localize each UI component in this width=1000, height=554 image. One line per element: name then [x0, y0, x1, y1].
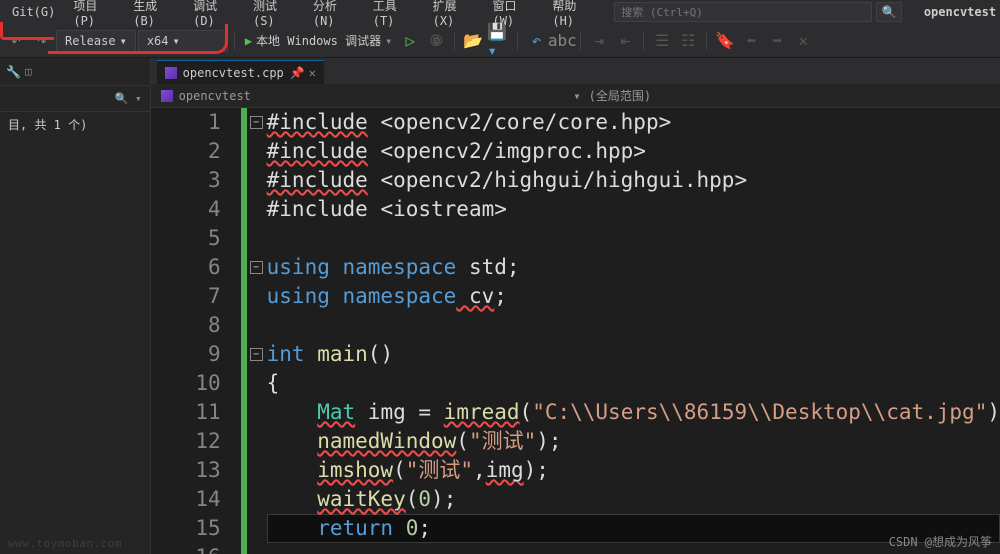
search-input[interactable] — [621, 6, 865, 19]
config-label: Release — [65, 34, 116, 48]
separator — [580, 32, 581, 50]
platform-dropdown[interactable]: x64 ▾ — [138, 30, 228, 52]
scope-dropdown-2[interactable]: (全局范围) — [589, 87, 651, 104]
search-button[interactable]: 🔍 — [876, 2, 902, 22]
comment-icon[interactable]: ☰ — [650, 31, 674, 51]
platform-label: x64 — [147, 34, 169, 48]
tab-bar: opencvtest.cpp 📌 ✕ — [151, 58, 1000, 84]
cpp-file-icon — [165, 67, 177, 79]
bookmark-prev-icon[interactable]: ⬅ — [739, 31, 763, 51]
debug-target-icon[interactable]: 🞋 — [424, 31, 448, 51]
cpp-file-icon — [161, 90, 173, 102]
sidebar-toolbar: 🔧 ◫ — [0, 58, 150, 86]
sidebar-item[interactable]: 目, 共 1 个) — [0, 112, 150, 137]
code-nav-bar: opencvtest ▾ (全局范围) — [151, 84, 1000, 108]
indent-icon[interactable]: ⇤ — [613, 31, 637, 51]
wrench-icon[interactable]: 🔧 — [6, 65, 21, 79]
bookmark-clear-icon[interactable]: ✕ — [791, 31, 815, 51]
change-marker — [241, 108, 247, 554]
save-all-icon[interactable]: 💾▾ — [487, 31, 511, 51]
menu-debug[interactable]: 调试(D) — [185, 0, 243, 30]
watermark-author: CSDN @想成为风筝 — [889, 533, 992, 550]
config-dropdown[interactable]: Release ▾ — [56, 30, 136, 52]
chevron-down-icon: ▾ — [120, 34, 127, 48]
sidebar: 🔧 ◫ 🔍 ▾ 目, 共 1 个) — [0, 58, 151, 554]
editor-pane: opencvtest.cpp 📌 ✕ opencvtest ▾ (全局范围) 1… — [151, 58, 1000, 554]
text-icon[interactable]: abc — [550, 31, 574, 51]
line-gutter: 123 456 789 101112 131415 16 — [151, 108, 241, 554]
menu-analyze[interactable]: 分析(N) — [305, 0, 363, 30]
scope1-label: opencvtest — [179, 89, 251, 103]
fold-margin: − − − — [241, 108, 267, 554]
undo-icon[interactable]: ↶ — [524, 31, 548, 51]
start-without-debug-icon[interactable]: ▷ — [398, 31, 422, 51]
chevron-down-icon: ▾ — [173, 34, 180, 48]
menu-extensions[interactable]: 扩展(X) — [425, 0, 483, 30]
search-box[interactable] — [614, 2, 872, 22]
code-text[interactable]: #include <opencv2/core/core.hpp> #includ… — [267, 108, 1000, 554]
bookmark-icon[interactable]: 🔖 — [713, 31, 737, 51]
menu-git[interactable]: Git(G) — [4, 3, 63, 21]
fold-toggle[interactable]: − — [250, 116, 263, 129]
start-debug-button[interactable]: ▶ 本地 Windows 调试器 ▾ — [241, 32, 397, 49]
separator — [706, 32, 707, 50]
separator — [517, 32, 518, 50]
menu-help[interactable]: 帮助(H) — [544, 0, 602, 30]
main-area: 🔧 ◫ 🔍 ▾ 目, 共 1 个) opencvtest.cpp 📌 ✕ ope… — [0, 58, 1000, 554]
tab-filename: opencvtest.cpp — [183, 66, 284, 80]
nav-back-icon[interactable]: ↶ — [4, 31, 28, 51]
separator — [454, 32, 455, 50]
menu-build[interactable]: 生成(B) — [125, 0, 183, 30]
toolbar: ↶ ↷ Release ▾ x64 ▾ ▶ 本地 Windows 调试器 ▾ ▷… — [0, 24, 1000, 58]
close-icon[interactable]: ✕ — [309, 66, 316, 80]
menu-project[interactable]: 项目(P) — [65, 0, 123, 30]
debugger-label: 本地 Windows 调试器 — [256, 32, 381, 49]
search-icon: 🔍 — [881, 5, 896, 19]
watermark-source: www.toymoban.com — [8, 537, 122, 550]
open-file-icon[interactable]: 📂 — [461, 31, 485, 51]
tab-opencvtest[interactable]: opencvtest.cpp 📌 ✕ — [157, 60, 324, 84]
search-icon[interactable]: 🔍 ▾ — [115, 92, 142, 105]
chevron-down-icon: ▾ — [573, 89, 580, 103]
nav-forward-icon[interactable]: ↷ — [30, 31, 54, 51]
separator — [234, 32, 235, 50]
panel-icon[interactable]: ◫ — [25, 65, 32, 78]
code-area[interactable]: 123 456 789 101112 131415 16 − − − #incl… — [151, 108, 1000, 554]
scope-dropdown-1[interactable]: opencvtest ▾ — [161, 89, 581, 103]
pin-icon[interactable]: 📌 — [290, 66, 305, 80]
menu-test[interactable]: 测试(S) — [245, 0, 303, 30]
fold-toggle[interactable]: − — [250, 261, 263, 274]
step-icon[interactable]: ⇥ — [587, 31, 611, 51]
separator — [643, 32, 644, 50]
sidebar-search-row: 🔍 ▾ — [0, 86, 150, 112]
chevron-down-icon: ▾ — [385, 34, 392, 48]
play-icon: ▶ — [245, 34, 252, 48]
fold-toggle[interactable]: − — [250, 348, 263, 361]
menu-tools[interactable]: 工具(T) — [365, 0, 423, 30]
menu-bar: Git(G) 项目(P) 生成(B) 调试(D) 测试(S) 分析(N) 工具(… — [0, 0, 1000, 24]
project-name[interactable]: opencvtest — [924, 5, 996, 19]
uncomment-icon[interactable]: ☷ — [676, 31, 700, 51]
bookmark-next-icon[interactable]: ➡ — [765, 31, 789, 51]
